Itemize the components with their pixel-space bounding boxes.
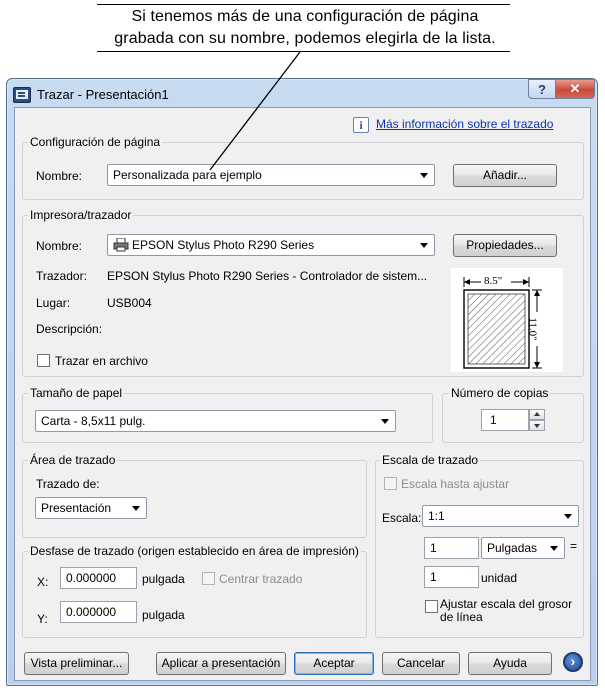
printer-legend: Impresora/trazador <box>28 208 134 222</box>
where-value: USB004 <box>107 296 152 310</box>
scale-label: Escala: <box>382 511 422 525</box>
offset-x-input[interactable]: 0.000000 <box>60 567 137 589</box>
more-info-link[interactable]: Más información sobre el trazado <box>376 117 553 131</box>
where-label: Lugar: <box>36 296 71 310</box>
plotter-label: Trazador: <box>36 269 87 283</box>
add-page-setup-button[interactable]: Añadir... <box>453 164 557 187</box>
scale-dropdown[interactable]: 1:1 <box>422 505 579 527</box>
center-plot-checkbox[interactable] <box>202 572 215 585</box>
plot-area-what-label: Trazado de: <box>36 477 100 491</box>
ok-button[interactable]: Aceptar <box>294 652 374 675</box>
apply-to-layout-button[interactable]: Aplicar a presentación <box>156 652 286 675</box>
preview-button[interactable]: Vista preliminar... <box>24 652 129 675</box>
copies-input[interactable]: 1 <box>481 409 529 431</box>
offset-y-input[interactable]: 0.000000 <box>60 601 137 623</box>
paper-size-value: Carta - 8,5x11 pulg. <box>41 414 146 428</box>
chevron-down-icon <box>550 546 558 551</box>
printer-name-value: EPSON Stylus Photo R290 Series <box>132 238 315 252</box>
callout-line-1: Si tenemos más de una configuración de p… <box>131 8 479 25</box>
paper-preview-drawing <box>463 274 545 369</box>
plot-to-file-checkbox[interactable] <box>37 354 50 367</box>
unit-label: unidad <box>481 571 518 585</box>
offset-x-unit: pulgada <box>142 572 185 586</box>
paper-preview: 8.5" 11.0" <box>451 268 563 372</box>
scale-lineweights-checkbox[interactable] <box>425 600 438 613</box>
copies-legend: Número de copias <box>449 386 551 400</box>
offset-x-label: X: <box>37 575 49 589</box>
page-setup-name-label: Nombre: <box>36 169 83 183</box>
equals-sign: = <box>570 539 578 553</box>
preview-height-label: 11.0" <box>526 317 539 341</box>
plot-offset-legend: Desfase de trazado (origen establecido e… <box>28 544 361 558</box>
cancel-button[interactable]: Cancelar <box>382 652 460 675</box>
units-dropdown[interactable]: Pulgadas <box>481 537 565 559</box>
copies-decrease-button[interactable] <box>529 420 545 431</box>
window-title: Trazar - Presentación1 <box>37 87 169 102</box>
fit-to-paper-label[interactable]: Escala hasta ajustar <box>401 477 509 491</box>
scale-value: 1:1 <box>428 509 445 523</box>
plot-area-dropdown[interactable]: Presentación <box>35 497 147 519</box>
fit-to-paper-checkbox[interactable] <box>384 477 397 490</box>
chevron-down-icon <box>564 514 572 519</box>
title-bar[interactable]: Trazar - Presentación1 ? ✕ <box>7 79 597 107</box>
paper-size-legend: Tamaño de papel <box>28 386 125 400</box>
description-label: Descripción: <box>36 322 103 336</box>
page-setup-name-value: Personalizada para ejemplo <box>113 168 262 182</box>
plot-area-legend: Área de trazado <box>28 453 118 467</box>
chevron-down-icon <box>420 173 428 178</box>
info-icon[interactable]: i <box>353 117 369 133</box>
offset-y-label: Y: <box>37 612 48 626</box>
callout-line-2: grabada con su nombre, podemos elegirla … <box>114 30 496 47</box>
more-options-arrow-icon[interactable]: › <box>563 652 583 672</box>
help-button[interactable]: Ayuda <box>468 652 552 675</box>
preview-width-label: 8.5" <box>484 275 503 287</box>
page-setup-name-dropdown[interactable]: Personalizada para ejemplo <box>107 164 435 186</box>
scale-lineweights-label[interactable]: Ajustar escala del grosor de línea <box>440 598 580 624</box>
center-plot-label[interactable]: Centrar trazado <box>219 572 302 586</box>
paper-size-dropdown[interactable]: Carta - 8,5x11 pulg. <box>35 410 396 432</box>
title-close-button[interactable]: ✕ <box>555 79 595 99</box>
printer-name-dropdown[interactable]: EPSON Stylus Photo R290 Series <box>107 234 435 256</box>
offset-y-unit: pulgada <box>142 608 185 622</box>
copies-increase-button[interactable] <box>529 409 545 420</box>
page-setup-legend: Configuración de página <box>28 135 163 149</box>
plot-area-value: Presentación <box>41 501 112 515</box>
printer-name-label: Nombre: <box>36 239 83 253</box>
scale-value2-input[interactable]: 1 <box>424 566 479 588</box>
chevron-down-icon <box>420 243 428 248</box>
units-value: Pulgadas <box>487 541 538 555</box>
plotter-value: EPSON Stylus Photo R290 Series - Control… <box>107 269 428 283</box>
printer-properties-button[interactable]: Propiedades... <box>453 234 557 257</box>
chevron-down-icon <box>381 419 389 424</box>
callout-rule-bottom <box>97 51 510 52</box>
chevron-down-icon <box>132 506 140 511</box>
app-plot-icon <box>13 87 31 103</box>
printer-icon <box>113 238 129 252</box>
plot-offset-group <box>22 551 367 638</box>
callout-rule-top <box>97 4 510 5</box>
plot-scale-legend: Escala de trazado <box>380 453 481 467</box>
scale-value1-input[interactable]: 1 <box>424 537 479 559</box>
plot-to-file-label[interactable]: Trazar en archivo <box>55 354 148 368</box>
title-help-button[interactable]: ? <box>528 79 556 99</box>
